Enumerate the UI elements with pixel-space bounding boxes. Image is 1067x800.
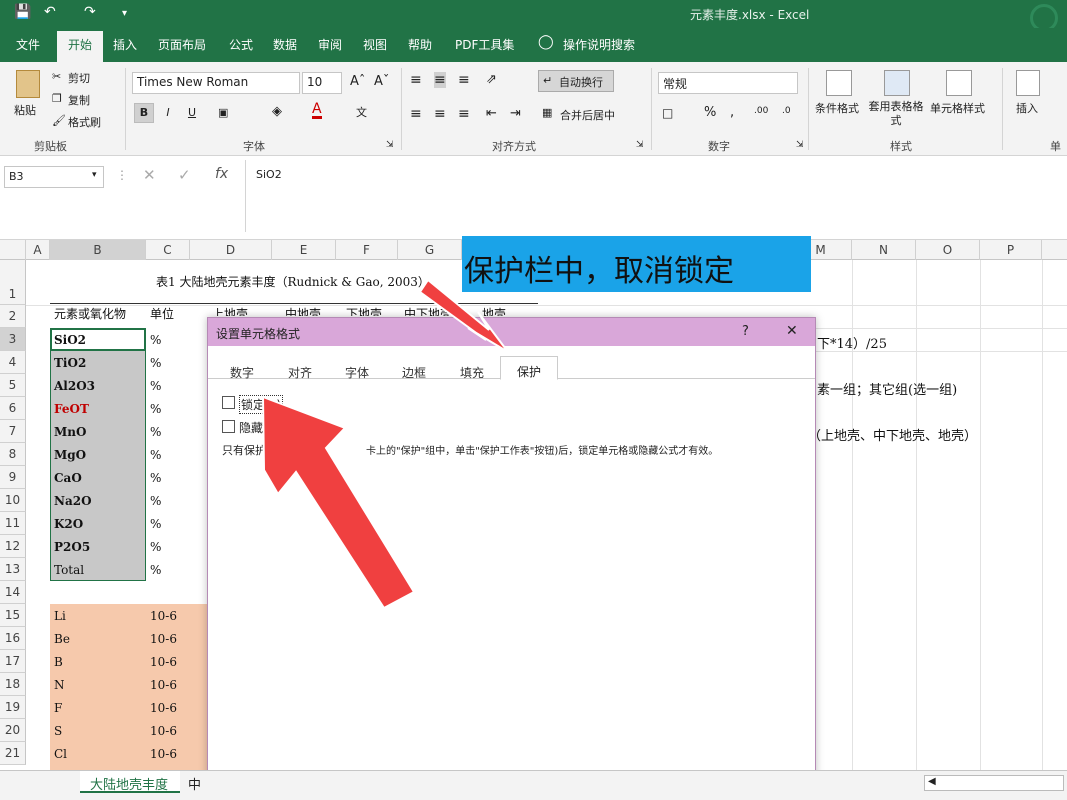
arrow-to-protection-tab bbox=[418, 278, 509, 353]
sheet-tab-next[interactable]: 中 bbox=[188, 774, 201, 793]
annotation-arrows bbox=[261, 278, 509, 610]
arrow-to-locked-checkbox bbox=[261, 395, 416, 610]
horizontal-scrollbar[interactable]: ◀ bbox=[924, 775, 1064, 791]
scroll-left-icon[interactable]: ◀ bbox=[928, 776, 936, 787]
sheet-tab-bar: 大陆地壳丰度 中 ◀ bbox=[0, 770, 1067, 800]
sheet-tab-active-label: 大陆地壳丰度 bbox=[90, 778, 169, 793]
sheet-tab-active[interactable]: 大陆地壳丰度 bbox=[80, 771, 180, 793]
